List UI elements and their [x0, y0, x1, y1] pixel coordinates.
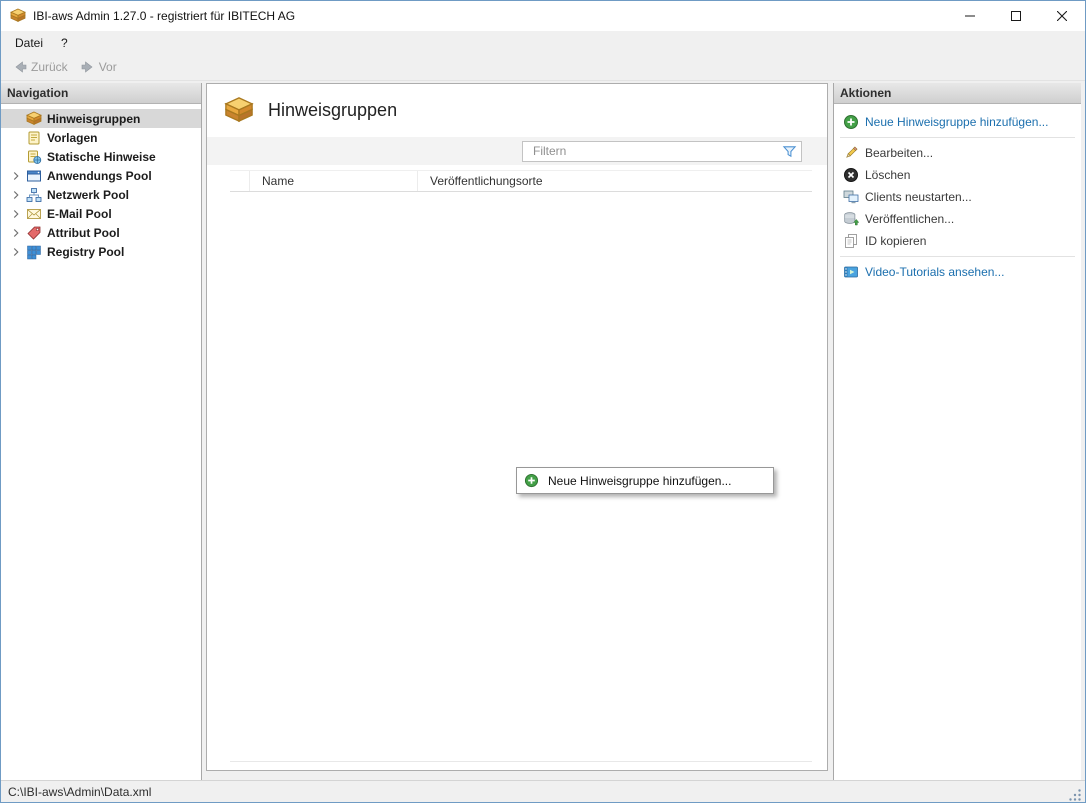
copy-icon — [843, 233, 859, 249]
actions-panel: Aktionen Neue Hinweisgruppe hinzufügen..… — [833, 83, 1081, 780]
action-neue-hinweisgruppe-hinzufuegen[interactable]: Neue Hinweisgruppe hinzufügen... — [836, 111, 1079, 133]
registry-grid-icon — [26, 244, 42, 260]
action-clients-neustarten[interactable]: Clients neustarten... — [836, 186, 1079, 208]
table: Name Veröffentlichungsorte — [230, 170, 812, 762]
page-title: Hinweisgruppen — [268, 100, 397, 121]
back-arrow-icon — [12, 59, 28, 75]
window-title: IBI-aws Admin 1.27.0 - registriert für I… — [33, 9, 295, 23]
publish-icon — [843, 211, 859, 227]
sidebar-item-label: Vorlagen — [47, 131, 97, 145]
envelope-icon — [26, 206, 42, 222]
filter-box — [522, 141, 802, 162]
video-icon — [843, 264, 859, 280]
add-icon — [843, 114, 859, 130]
table-header-row: Name Veröffentlichungsorte — [230, 170, 812, 192]
sidebar-item-label: Attribut Pool — [47, 226, 120, 240]
action-label: ID kopieren — [865, 234, 926, 248]
maximize-icon — [1011, 11, 1021, 21]
column-header-name[interactable]: Name — [250, 171, 418, 191]
navigation-list: Hinweisgruppen Vorlagen — [1, 104, 201, 261]
add-icon — [524, 473, 539, 488]
menu-bar: Datei ? — [1, 31, 1085, 54]
network-icon — [26, 187, 42, 203]
filter-funnel-icon[interactable] — [782, 144, 797, 159]
status-file-path: C:\IBI-aws\Admin\Data.xml — [8, 785, 151, 799]
chevron-right-icon[interactable] — [6, 206, 26, 222]
action-label: Löschen — [865, 168, 910, 182]
action-bearbeiten[interactable]: Bearbeiten... — [836, 142, 1079, 164]
app-icon — [10, 8, 26, 24]
menu-item-datei[interactable]: Datei — [6, 34, 52, 52]
tag-icon — [26, 225, 42, 241]
navigation-panel: Navigation Hinweisgruppen — [1, 83, 202, 780]
resize-grip-icon[interactable] — [1068, 788, 1082, 802]
navigation-header: Navigation — [1, 83, 201, 104]
sidebar-item-label: Registry Pool — [47, 245, 124, 259]
sidebar-item-label: Hinweisgruppen — [47, 112, 140, 126]
delete-circle-icon — [843, 167, 859, 183]
action-label: Video-Tutorials ansehen... — [865, 265, 1004, 279]
sidebar-item-netzwerk-pool[interactable]: Netzwerk Pool — [1, 185, 201, 204]
filter-input[interactable] — [522, 141, 802, 162]
main-panel: Hinweisgruppen Name Veröffentlichungsort… — [206, 83, 828, 771]
action-label: Clients neustarten... — [865, 190, 972, 204]
sidebar-item-attribut-pool[interactable]: Attribut Pool — [1, 223, 201, 242]
template-note-icon — [26, 130, 42, 146]
actions-list: Neue Hinweisgruppe hinzufügen... Bearbei… — [834, 104, 1081, 283]
sidebar-item-registry-pool[interactable]: Registry Pool — [1, 242, 201, 261]
column-header-veroeffentlichungsorte[interactable]: Veröffentlichungsorte — [418, 171, 812, 191]
floating-button-label: Neue Hinweisgruppe hinzufügen... — [548, 474, 731, 488]
forward-label: Vor — [99, 60, 117, 74]
action-video-tutorials-ansehen[interactable]: Video-Tutorials ansehen... — [836, 261, 1079, 283]
close-icon — [1057, 11, 1067, 21]
menu-item-help[interactable]: ? — [52, 34, 77, 52]
sidebar-item-statische-hinweise[interactable]: Statische Hinweise — [1, 147, 201, 166]
sidebar-item-label: Anwendungs Pool — [47, 169, 152, 183]
application-window-icon — [26, 168, 42, 184]
separator — [840, 256, 1075, 257]
minimize-icon — [965, 11, 975, 21]
action-label: Neue Hinweisgruppe hinzufügen... — [865, 115, 1048, 129]
action-label: Veröffentlichen... — [865, 212, 954, 226]
static-note-globe-icon — [26, 149, 42, 165]
action-veroeffentlichen[interactable]: Veröffentlichen... — [836, 208, 1079, 230]
actions-header: Aktionen — [834, 83, 1081, 104]
back-button[interactable]: Zurück — [6, 57, 74, 77]
main-header: Hinweisgruppen — [207, 84, 827, 137]
sidebar-item-anwendungs-pool[interactable]: Anwendungs Pool — [1, 166, 201, 185]
action-id-kopieren[interactable]: ID kopieren — [836, 230, 1079, 252]
chevron-right-icon[interactable] — [6, 168, 26, 184]
chevron-right-icon[interactable] — [6, 225, 26, 241]
sidebar-item-email-pool[interactable]: E-Mail Pool — [1, 204, 201, 223]
column-header-blank[interactable] — [230, 171, 250, 191]
chevron-right-icon[interactable] — [6, 187, 26, 203]
sidebar-item-vorlagen[interactable]: Vorlagen — [1, 128, 201, 147]
title-bar: IBI-aws Admin 1.27.0 - registriert für I… — [1, 1, 1085, 31]
separator — [840, 137, 1075, 138]
sidebar-item-label: E-Mail Pool — [47, 207, 112, 221]
add-hinweisgruppe-floating-button[interactable]: Neue Hinweisgruppe hinzufügen... — [516, 467, 774, 494]
filter-band — [207, 137, 827, 165]
layers-icon — [26, 111, 42, 127]
window-controls — [947, 1, 1085, 31]
close-button[interactable] — [1039, 1, 1085, 31]
minimize-button[interactable] — [947, 1, 993, 31]
forward-arrow-icon — [80, 59, 96, 75]
forward-button[interactable]: Vor — [74, 57, 123, 77]
clients-monitors-icon — [843, 189, 859, 205]
sidebar-item-label: Netzwerk Pool — [47, 188, 129, 202]
pencil-icon — [843, 145, 859, 161]
maximize-button[interactable] — [993, 1, 1039, 31]
status-bar: C:\IBI-aws\Admin\Data.xml — [1, 780, 1085, 802]
chevron-right-icon[interactable] — [6, 244, 26, 260]
back-label: Zurück — [31, 60, 68, 74]
toolbar: Zurück Vor — [1, 54, 1085, 81]
hinweisgruppen-layers-icon — [223, 96, 255, 126]
sidebar-item-label: Statische Hinweise — [47, 150, 156, 164]
action-label: Bearbeiten... — [865, 146, 933, 160]
action-loeschen[interactable]: Löschen — [836, 164, 1079, 186]
sidebar-item-hinweisgruppen[interactable]: Hinweisgruppen — [1, 109, 201, 128]
